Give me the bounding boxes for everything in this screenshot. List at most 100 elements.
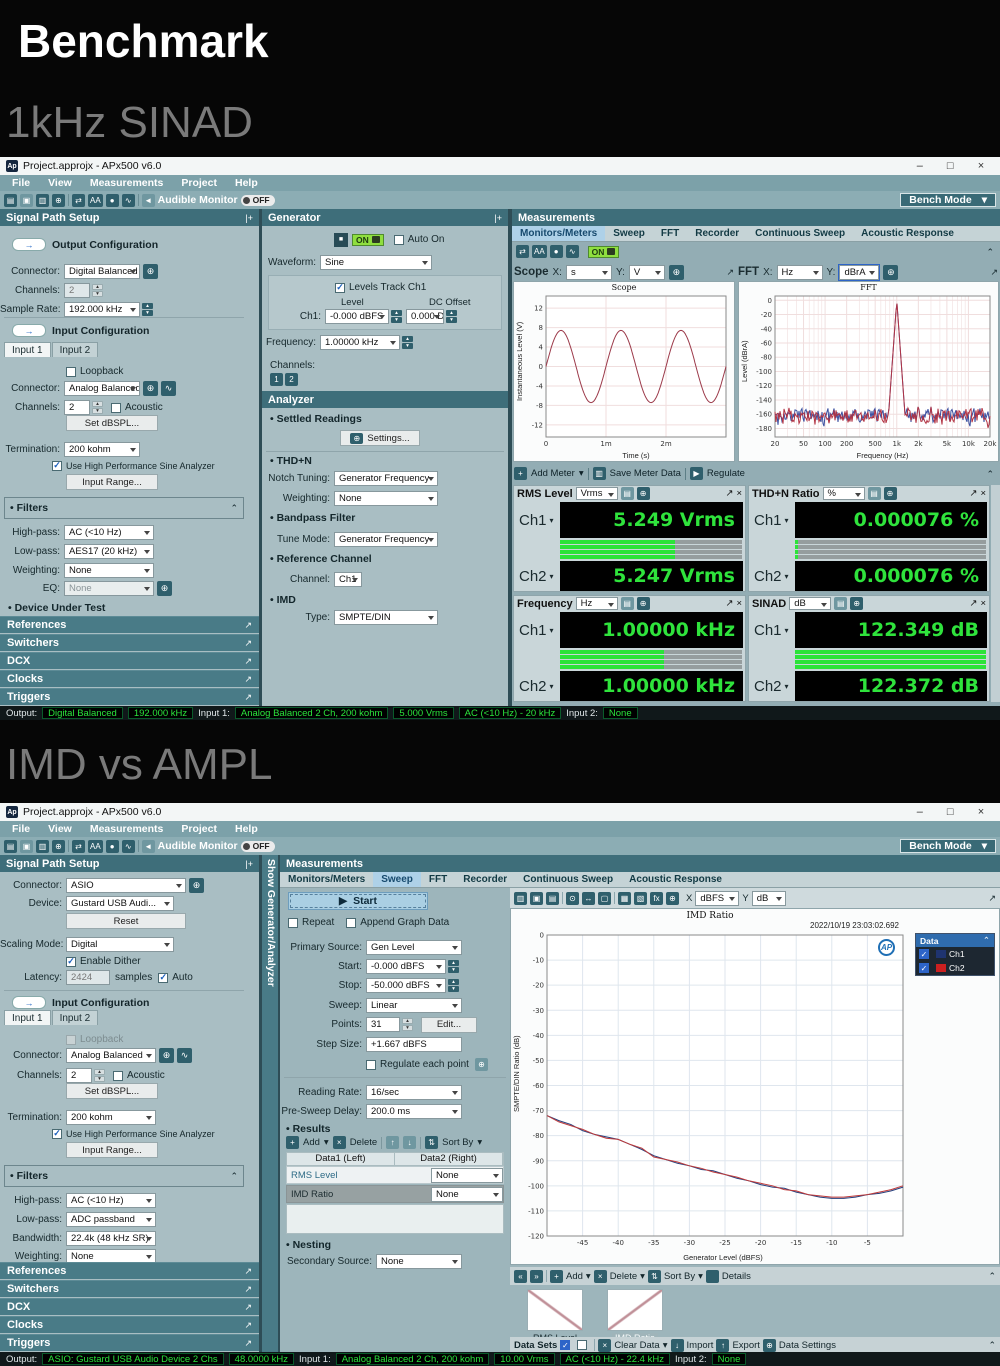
add-icon[interactable]: + bbox=[286, 1136, 299, 1149]
pin-icon[interactable]: |+ bbox=[494, 213, 502, 223]
primary-source-dropdown[interactable]: Gen Level bbox=[366, 940, 462, 955]
export-button[interactable]: Export bbox=[732, 1340, 759, 1351]
io-icon[interactable]: ⇄ bbox=[72, 194, 85, 207]
level-spinner[interactable]: ▴▾ bbox=[391, 310, 402, 324]
sort-by-button[interactable]: Sort By bbox=[664, 1271, 695, 1282]
details-icon[interactable] bbox=[706, 1270, 719, 1283]
clock-icon[interactable]: ● bbox=[550, 245, 563, 258]
low-pass-dropdown[interactable]: AES17 (20 kHz) bbox=[64, 544, 154, 559]
scaling-mode-dropdown[interactable]: Digital bbox=[66, 937, 174, 952]
open-icon[interactable]: ▣ bbox=[20, 194, 33, 207]
start-button[interactable]: ▶Start bbox=[288, 892, 428, 910]
sidebar-item-triggers[interactable]: Triggers↗ bbox=[0, 1334, 259, 1351]
points-spinner[interactable]: ▴▾ bbox=[402, 1018, 413, 1032]
close-icon[interactable]: × bbox=[736, 488, 742, 499]
gear-icon[interactable]: ⊕ bbox=[666, 892, 679, 905]
new-icon[interactable]: ▤ bbox=[4, 194, 17, 207]
popout-icon[interactable]: ↗ bbox=[244, 638, 252, 649]
collapse-icon[interactable]: ⌃ bbox=[986, 469, 994, 480]
grid-icon[interactable]: ▦ bbox=[618, 892, 631, 905]
aa-icon[interactable]: AA bbox=[88, 840, 103, 853]
tab-fft[interactable]: FFT bbox=[421, 872, 455, 887]
save-meter-data-button[interactable]: Save Meter Data bbox=[610, 468, 681, 479]
sort-icon[interactable]: ⇅ bbox=[425, 1136, 438, 1149]
input-channels-input[interactable]: 2 bbox=[66, 1068, 92, 1083]
gear-icon[interactable]: ⊕ bbox=[637, 487, 650, 500]
set-dbspl-button[interactable]: Set dBSPL... bbox=[66, 1083, 158, 1099]
levels-track-checkbox[interactable] bbox=[335, 283, 345, 293]
popout-icon[interactable]: ↗ bbox=[244, 1302, 252, 1313]
menu-help[interactable]: Help bbox=[235, 177, 258, 189]
acoustic-checkbox[interactable] bbox=[111, 403, 121, 413]
tab-acoustic-response[interactable]: Acoustic Response bbox=[621, 872, 730, 887]
ch2-selector[interactable]: Ch2▾ bbox=[750, 671, 795, 701]
ch1-selector[interactable]: Ch1▾ bbox=[750, 612, 795, 648]
tune-mode-dropdown[interactable]: Generator Frequency bbox=[334, 532, 438, 547]
signal-monitor-icon[interactable]: ∿ bbox=[566, 245, 579, 258]
close-icon[interactable]: × bbox=[980, 598, 986, 609]
ch1-selector[interactable]: Ch1▾ bbox=[750, 502, 795, 538]
menu-file[interactable]: File bbox=[12, 177, 30, 189]
step-size-field[interactable]: +1.667 dBFS bbox=[366, 1037, 462, 1052]
channels-spinner[interactable]: ▴▾ bbox=[92, 284, 103, 298]
tab-input-1[interactable]: Input 1 bbox=[4, 1010, 51, 1025]
gear-icon[interactable]: ⊕ bbox=[52, 840, 65, 853]
pin-icon[interactable]: ⌃ bbox=[983, 935, 990, 946]
add-meter-button[interactable]: Add Meter bbox=[531, 468, 575, 479]
save-icon[interactable]: ▥ bbox=[514, 892, 527, 905]
input-range-button[interactable]: Input Range... bbox=[66, 1142, 158, 1158]
regulate-button[interactable]: Regulate bbox=[707, 468, 745, 479]
collapse-icon[interactable]: ⌃ bbox=[988, 1271, 996, 1282]
tab-monitors-meters[interactable]: Monitors/Meters bbox=[512, 226, 605, 241]
sort-by-button[interactable]: Sort By bbox=[442, 1137, 473, 1148]
close-button[interactable]: × bbox=[978, 160, 984, 172]
sidebar-item-references[interactable]: References↗ bbox=[0, 616, 259, 633]
notch-tuning-dropdown[interactable]: Generator Frequency bbox=[334, 471, 438, 486]
high-pass-dropdown[interactable]: AC (<10 Hz) bbox=[64, 525, 154, 540]
data2-dropdown[interactable]: None bbox=[431, 1168, 503, 1183]
tab-continuous-sweep[interactable]: Continuous Sweep bbox=[747, 226, 853, 241]
clear-data-button[interactable]: Clear Data bbox=[614, 1340, 659, 1351]
high-performance-checkbox[interactable] bbox=[52, 1129, 62, 1139]
meter-style-icon[interactable]: ▤ bbox=[621, 487, 634, 500]
io-icon[interactable]: ⇄ bbox=[516, 245, 529, 258]
sidebar-item-triggers[interactable]: Triggers↗ bbox=[0, 688, 259, 705]
frequency-spinner[interactable]: ▴▾ bbox=[402, 336, 413, 350]
pan-icon[interactable]: ↔ bbox=[582, 892, 595, 905]
meter-style-icon[interactable]: ▤ bbox=[868, 487, 881, 500]
meter-unit-dropdown[interactable]: dB bbox=[789, 597, 831, 610]
add-icon[interactable]: + bbox=[550, 1270, 563, 1283]
termination-dropdown[interactable]: 200 kohm bbox=[66, 1110, 156, 1125]
fft-x-dropdown[interactable]: Hz bbox=[777, 265, 823, 280]
collapse-icon[interactable]: ⌃ bbox=[230, 503, 238, 514]
meter-unit-dropdown[interactable]: % bbox=[823, 487, 865, 500]
menu-project[interactable]: Project bbox=[181, 823, 217, 835]
io-icon[interactable]: ⇄ bbox=[72, 840, 85, 853]
secondary-source-dropdown[interactable]: None bbox=[376, 1254, 462, 1269]
scrollbar[interactable] bbox=[991, 485, 1000, 702]
menu-file[interactable]: File bbox=[12, 823, 30, 835]
ch2-selector[interactable]: Ch2▾ bbox=[515, 561, 560, 591]
ch1-selector[interactable]: Ch1▾ bbox=[515, 612, 560, 648]
bench-mode-dropdown[interactable]: Bench Mode▾ bbox=[900, 193, 996, 207]
sort-icon[interactable]: ⇅ bbox=[648, 1270, 661, 1283]
gear-icon[interactable]: ⊕ bbox=[883, 265, 898, 280]
clear-data-icon[interactable]: × bbox=[598, 1339, 611, 1352]
popout-icon[interactable]: ↗ bbox=[244, 1284, 252, 1295]
dataset1-checkbox[interactable] bbox=[560, 1340, 570, 1350]
meter-style-icon[interactable]: ▤ bbox=[621, 597, 634, 610]
popout-icon[interactable]: ↗ bbox=[726, 267, 734, 278]
loopback-checkbox[interactable] bbox=[66, 367, 76, 377]
reading-rate-dropdown[interactable]: 16/sec bbox=[366, 1085, 462, 1100]
bandwidth-dropdown[interactable]: 22.4k (48 kHz SR) bbox=[66, 1231, 156, 1246]
popout-icon[interactable]: ↗ bbox=[244, 692, 252, 703]
first-icon[interactable]: « bbox=[514, 1270, 527, 1283]
clock-icon[interactable]: ● bbox=[106, 840, 119, 853]
input-range-button[interactable]: Input Range... bbox=[66, 474, 158, 490]
last-icon[interactable]: » bbox=[530, 1270, 543, 1283]
sidebar-item-clocks[interactable]: Clocks↗ bbox=[0, 1316, 259, 1333]
ch2-selector[interactable]: Ch2▾ bbox=[515, 671, 560, 701]
channel-2-button[interactable]: 2 bbox=[285, 373, 298, 386]
eq-field[interactable]: None bbox=[64, 581, 154, 596]
stop-field[interactable]: -50.000 dBFS bbox=[366, 978, 446, 993]
